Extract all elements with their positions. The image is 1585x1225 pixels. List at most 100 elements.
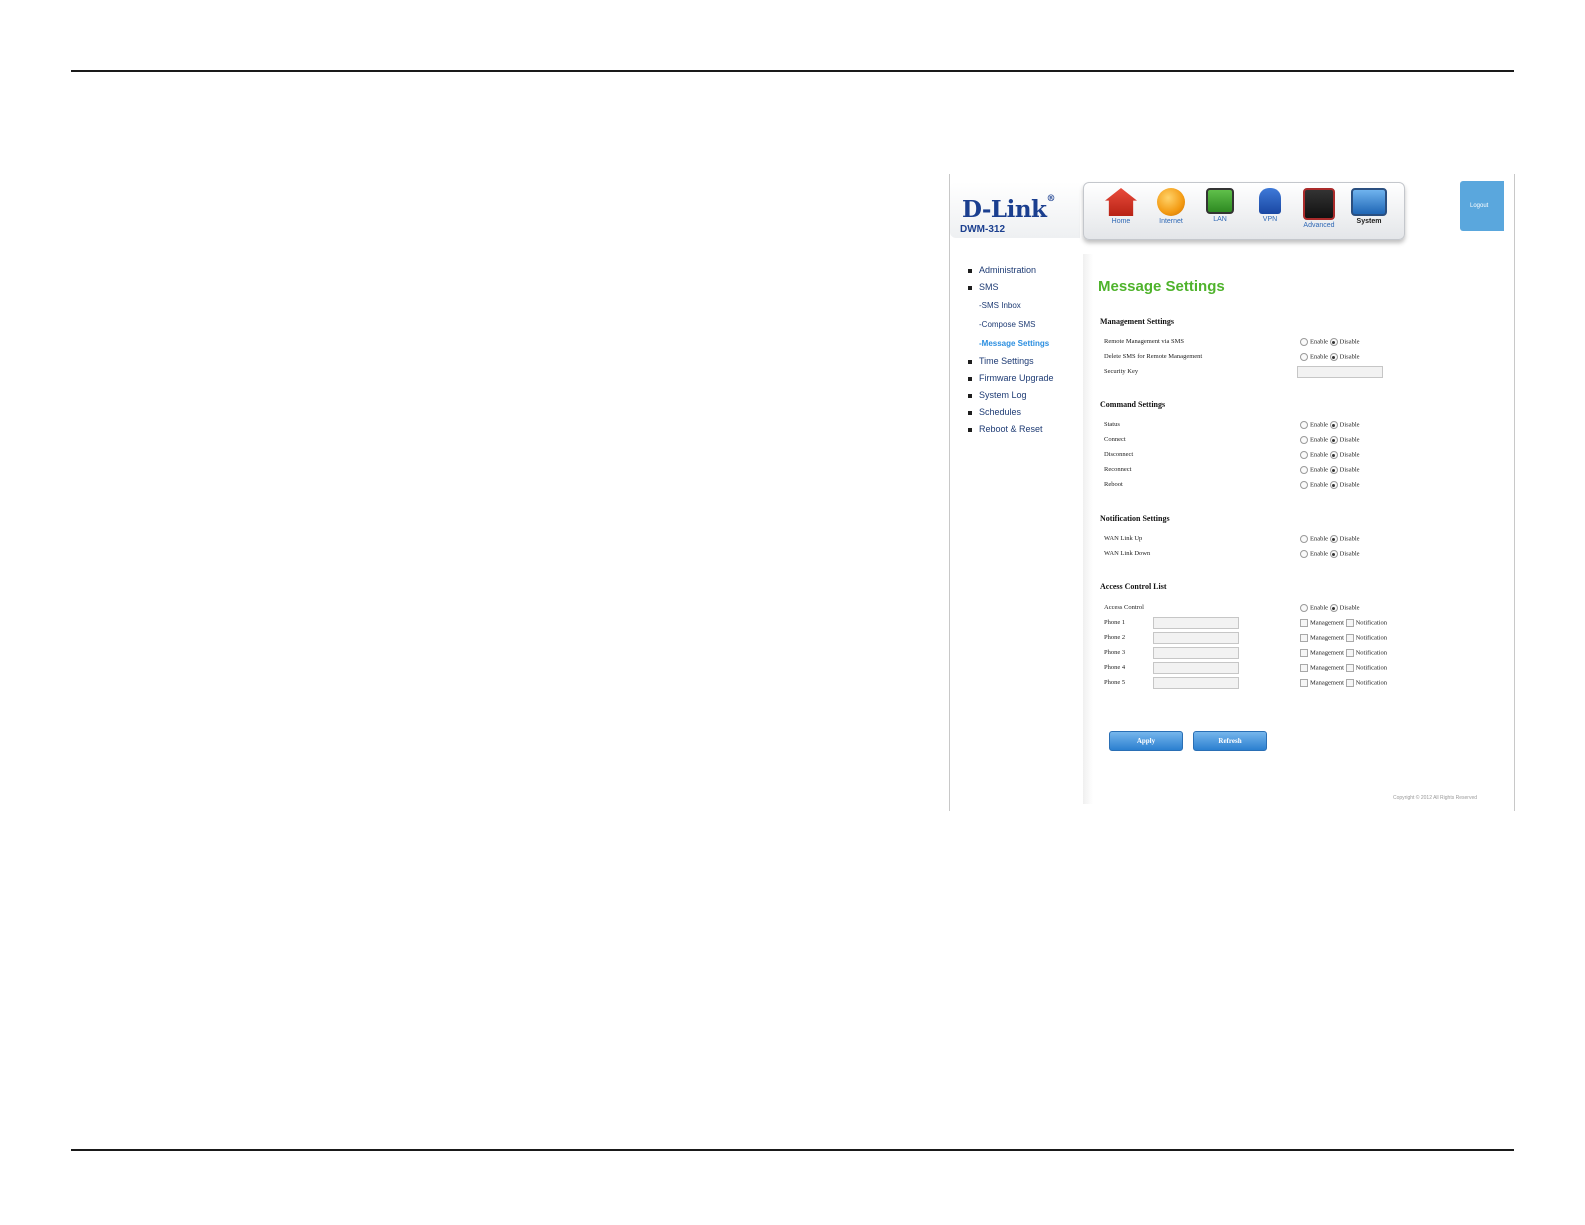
access-control-enable-radio[interactable] bbox=[1300, 604, 1308, 612]
refresh-button[interactable]: Refresh bbox=[1193, 731, 1267, 751]
model-name: DWM-312 bbox=[960, 224, 1006, 235]
section-management-settings: Management Settings bbox=[1100, 317, 1174, 326]
sidebar-item-sms-inbox[interactable]: -SMS Inbox bbox=[968, 296, 1078, 315]
connect-disable-radio[interactable] bbox=[1329, 436, 1338, 444]
reboot-label: Reboot bbox=[1104, 481, 1123, 488]
nav-vpn[interactable]: VPN bbox=[1247, 188, 1293, 223]
disconnect-disable-radio[interactable] bbox=[1329, 451, 1338, 459]
enable-label: Enable bbox=[1310, 451, 1329, 459]
nav-advanced[interactable]: Advanced bbox=[1296, 188, 1342, 229]
phone-2-input[interactable] bbox=[1153, 632, 1239, 644]
nav-vpn-label: VPN bbox=[1262, 216, 1278, 223]
sidebar: Administration SMS -SMS Inbox -Compose S… bbox=[968, 262, 1078, 438]
phone-1-input[interactable] bbox=[1153, 617, 1239, 629]
nav-home-label: Home bbox=[1111, 218, 1131, 225]
status-enable-radio[interactable] bbox=[1300, 421, 1308, 429]
reconnect-radio-group: Enable Disable bbox=[1300, 466, 1360, 474]
phone-3-checkboxes: Management Notification bbox=[1300, 649, 1387, 657]
enable-label: Enable bbox=[1310, 604, 1329, 612]
sidebar-item-system-log[interactable]: System Log bbox=[968, 387, 1078, 404]
wan-link-up-disable-radio[interactable] bbox=[1329, 535, 1338, 543]
nav-system-label: System bbox=[1356, 218, 1382, 225]
enable-label: Enable bbox=[1310, 550, 1329, 558]
sidebar-item-schedules[interactable]: Schedules bbox=[968, 404, 1078, 421]
management-label: Management bbox=[1310, 679, 1344, 687]
enable-label: Enable bbox=[1310, 535, 1329, 543]
apply-button[interactable]: Apply bbox=[1109, 731, 1183, 751]
reconnect-label: Reconnect bbox=[1104, 466, 1132, 473]
phone-5-notification-checkbox[interactable] bbox=[1345, 679, 1354, 687]
nav-lan[interactable]: LAN bbox=[1197, 188, 1243, 223]
management-label: Management bbox=[1310, 634, 1344, 642]
nav-system[interactable]: System bbox=[1346, 188, 1392, 225]
disable-label: Disable bbox=[1339, 466, 1360, 474]
enable-label: Enable bbox=[1310, 353, 1329, 361]
disable-label: Disable bbox=[1339, 535, 1360, 543]
wan-link-up-enable-radio[interactable] bbox=[1300, 535, 1308, 543]
top-nav-bar: Home Internet LAN VPN Advanced System bbox=[1083, 182, 1405, 240]
remote-management-radio-group: Enable Disable bbox=[1300, 338, 1360, 346]
delete-sms-disable-radio[interactable] bbox=[1329, 353, 1338, 361]
wan-link-down-enable-radio[interactable] bbox=[1300, 550, 1308, 558]
disable-label: Disable bbox=[1339, 436, 1360, 444]
security-key-input[interactable] bbox=[1297, 366, 1383, 378]
phone-2-notification-checkbox[interactable] bbox=[1345, 634, 1354, 642]
phone-4-notification-checkbox[interactable] bbox=[1345, 664, 1354, 672]
phone-1-notification-checkbox[interactable] bbox=[1345, 619, 1354, 627]
sidebar-item-message-settings[interactable]: -Message Settings bbox=[968, 334, 1078, 353]
lock-icon bbox=[1259, 188, 1281, 214]
disconnect-enable-radio[interactable] bbox=[1300, 451, 1308, 459]
phone-5-input[interactable] bbox=[1153, 677, 1239, 689]
reconnect-enable-radio[interactable] bbox=[1300, 466, 1308, 474]
reboot-disable-radio[interactable] bbox=[1329, 481, 1338, 489]
management-label: Management bbox=[1310, 649, 1344, 657]
sidebar-item-time-settings[interactable]: Time Settings bbox=[968, 353, 1078, 370]
disable-label: Disable bbox=[1339, 604, 1360, 612]
status-disable-radio[interactable] bbox=[1329, 421, 1338, 429]
sidebar-item-administration[interactable]: Administration bbox=[968, 262, 1078, 279]
phone-1-management-checkbox[interactable] bbox=[1300, 619, 1308, 627]
access-control-disable-radio[interactable] bbox=[1329, 604, 1338, 612]
phone-5-management-checkbox[interactable] bbox=[1300, 679, 1308, 687]
management-label: Management bbox=[1310, 619, 1344, 627]
reconnect-disable-radio[interactable] bbox=[1329, 466, 1338, 474]
phone-4-input[interactable] bbox=[1153, 662, 1239, 674]
delete-sms-enable-radio[interactable] bbox=[1300, 353, 1308, 361]
phone-3-input[interactable] bbox=[1153, 647, 1239, 659]
sidebar-item-reboot-reset[interactable]: Reboot & Reset bbox=[968, 421, 1078, 438]
section-access-control-list: Access Control List bbox=[1100, 582, 1167, 591]
sidebar-item-firmware-upgrade[interactable]: Firmware Upgrade bbox=[968, 370, 1078, 387]
management-label: Management bbox=[1310, 664, 1344, 672]
reboot-enable-radio[interactable] bbox=[1300, 481, 1308, 489]
disable-label: Disable bbox=[1339, 550, 1360, 558]
wan-link-down-disable-radio[interactable] bbox=[1329, 550, 1338, 558]
sidebar-item-compose-sms[interactable]: -Compose SMS bbox=[968, 315, 1078, 334]
remote-management-enable-radio[interactable] bbox=[1300, 338, 1308, 346]
logout-button[interactable]: Logout bbox=[1460, 181, 1504, 231]
enable-label: Enable bbox=[1310, 481, 1329, 489]
notification-label: Notification bbox=[1355, 649, 1387, 657]
nav-home[interactable]: Home bbox=[1098, 188, 1144, 225]
wan-link-down-label: WAN Link Down bbox=[1104, 550, 1151, 557]
enable-label: Enable bbox=[1310, 338, 1329, 346]
phone-3-management-checkbox[interactable] bbox=[1300, 649, 1308, 657]
enable-label: Enable bbox=[1310, 466, 1329, 474]
phone-2-label: Phone 2 bbox=[1104, 634, 1126, 641]
wan-link-up-label: WAN Link Up bbox=[1104, 535, 1143, 542]
status-radio-group: Enable Disable bbox=[1300, 421, 1360, 429]
sidebar-item-sms[interactable]: SMS bbox=[968, 279, 1078, 296]
phone-4-label: Phone 4 bbox=[1104, 664, 1126, 671]
nav-internet[interactable]: Internet bbox=[1148, 188, 1194, 225]
delete-sms-radio-group: Enable Disable bbox=[1300, 353, 1360, 361]
connect-radio-group: Enable Disable bbox=[1300, 436, 1360, 444]
security-key-label: Security Key bbox=[1104, 368, 1139, 375]
access-control-radio-group: Enable Disable bbox=[1300, 604, 1360, 612]
tools-icon bbox=[1303, 188, 1335, 220]
phone-3-notification-checkbox[interactable] bbox=[1345, 649, 1354, 657]
phone-2-management-checkbox[interactable] bbox=[1300, 634, 1308, 642]
phone-4-management-checkbox[interactable] bbox=[1300, 664, 1308, 672]
remote-management-disable-radio[interactable] bbox=[1329, 338, 1338, 346]
phone-3-label: Phone 3 bbox=[1104, 649, 1126, 656]
connect-enable-radio[interactable] bbox=[1300, 436, 1308, 444]
remote-management-label: Remote Management via SMS bbox=[1104, 338, 1184, 345]
